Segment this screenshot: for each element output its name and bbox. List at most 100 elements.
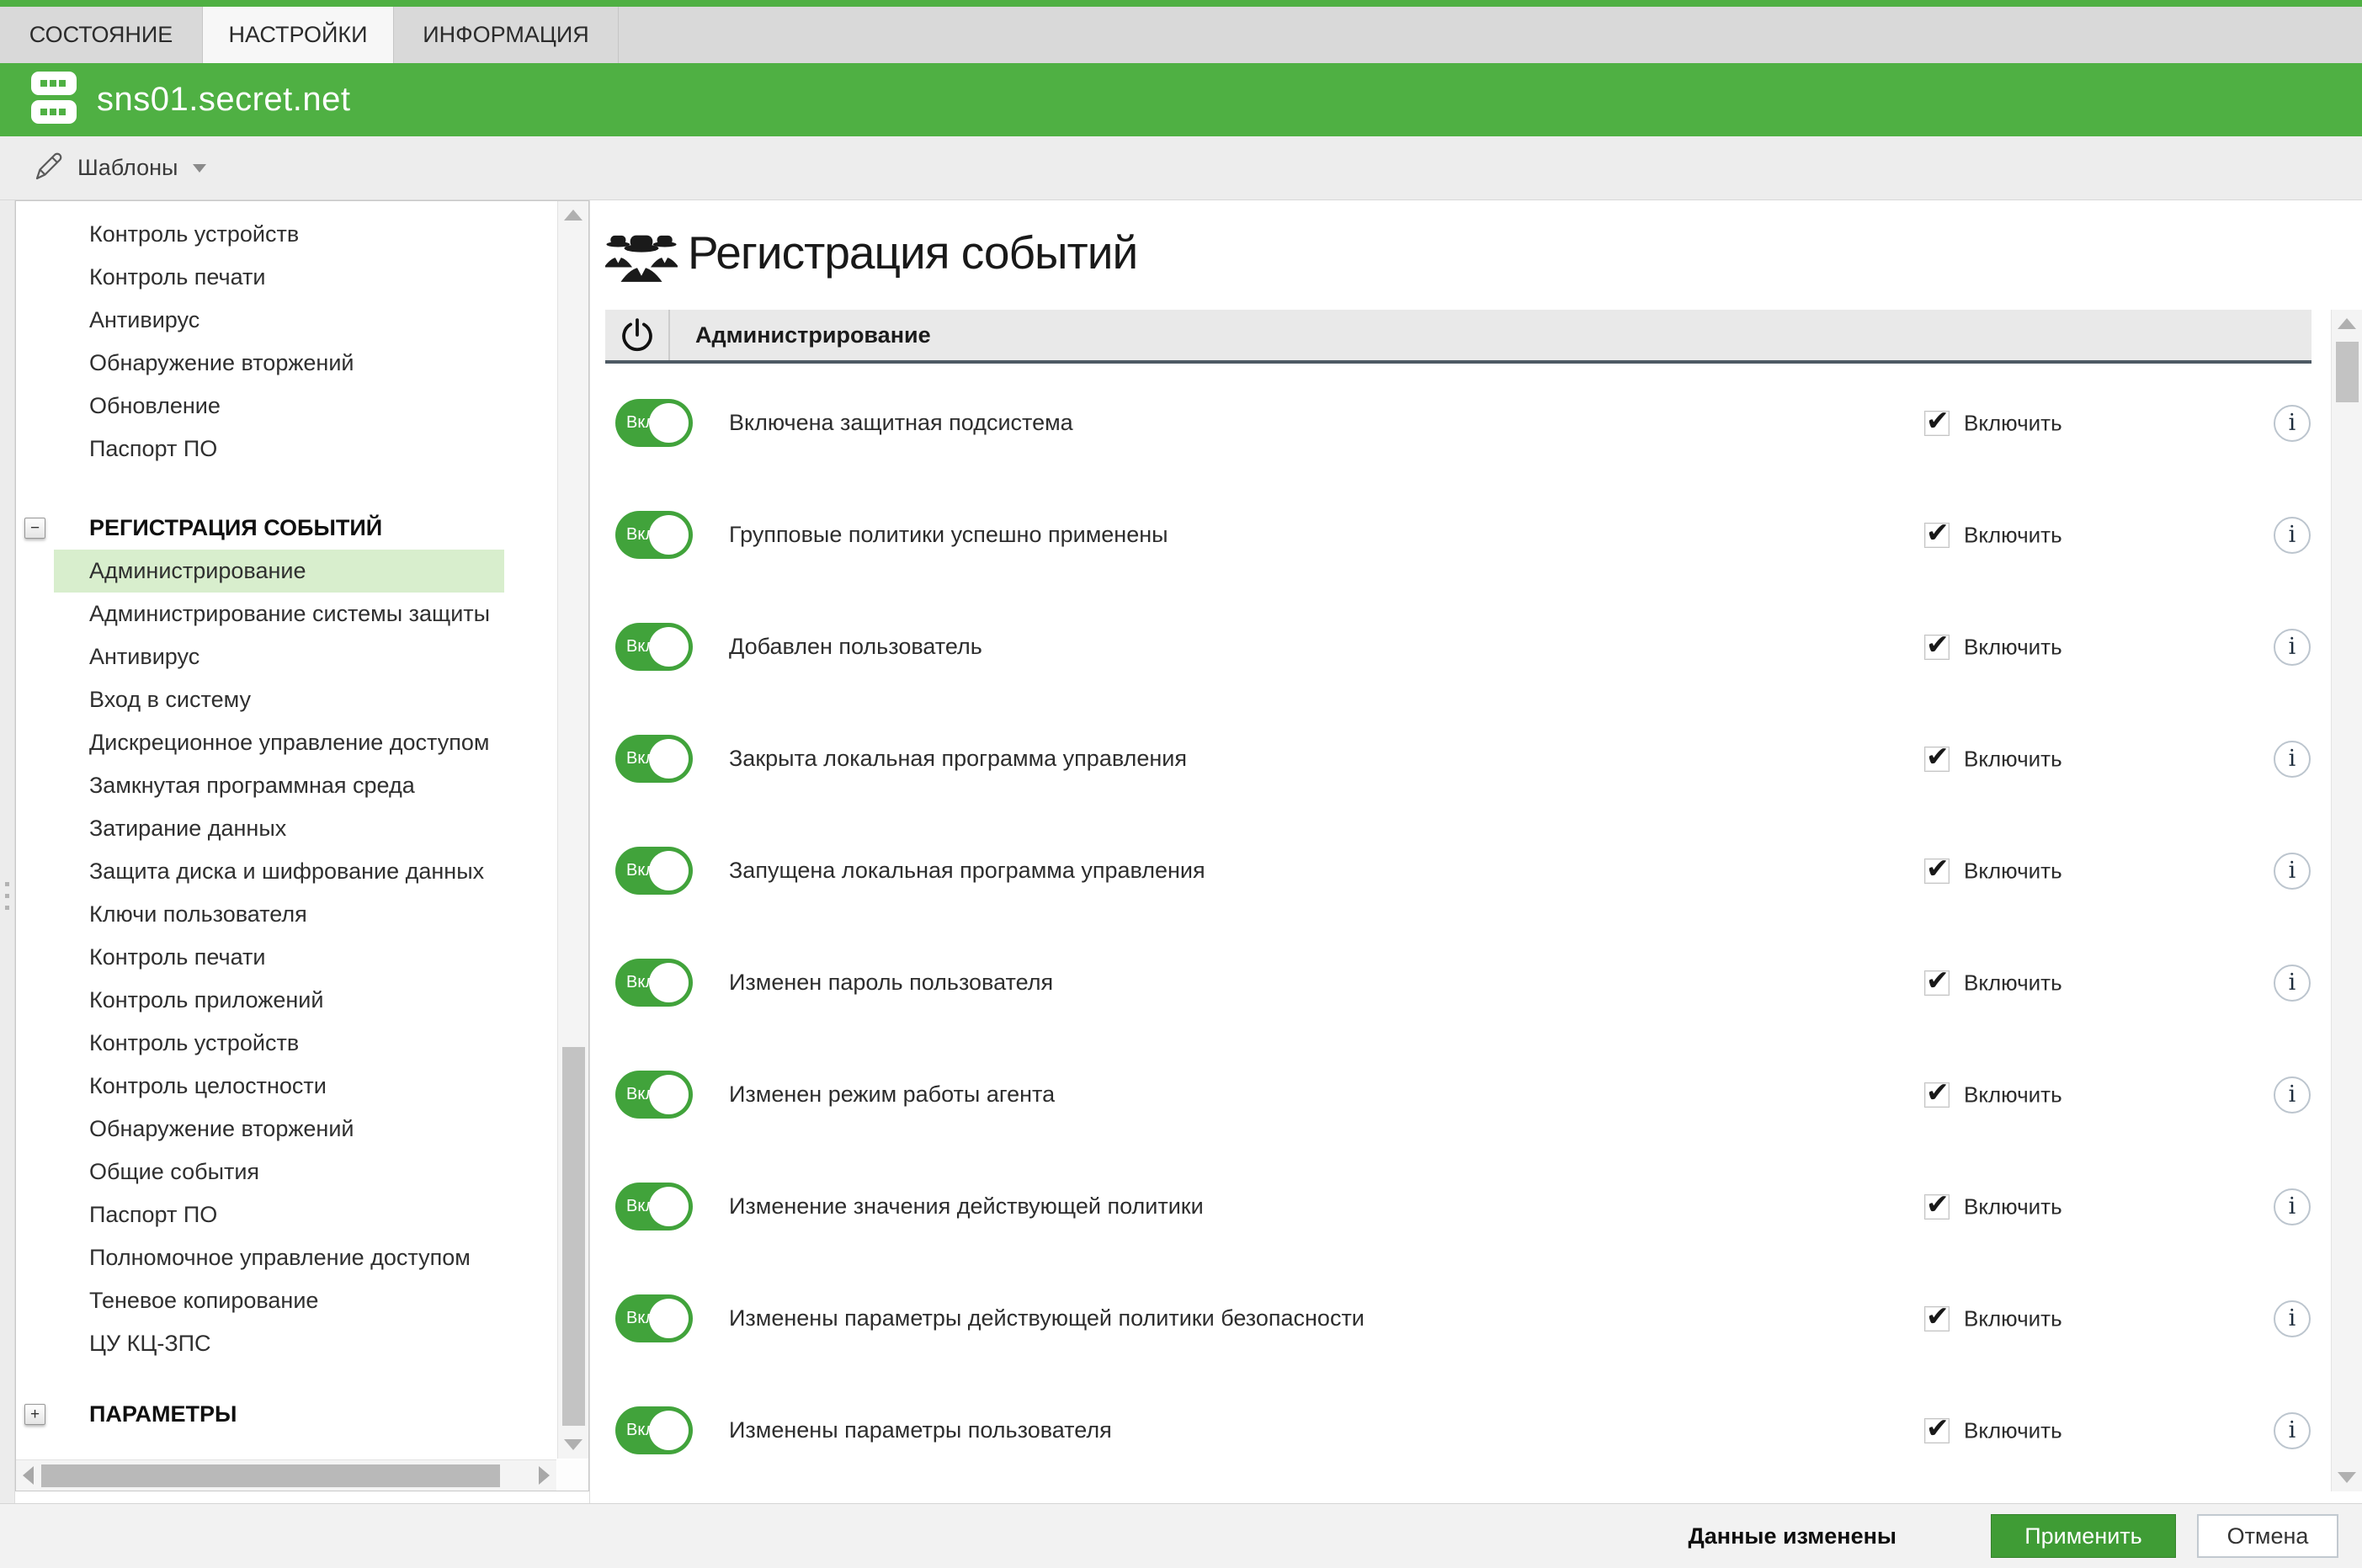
toggle-knob bbox=[649, 851, 689, 890]
info-icon[interactable]: i bbox=[2274, 405, 2311, 442]
enable-checkbox[interactable]: ✔ bbox=[1924, 1082, 1950, 1108]
toggle-knob bbox=[649, 1075, 689, 1114]
checkmark-icon: ✔ bbox=[1926, 1411, 1950, 1444]
enabled-toggle[interactable]: Вкл bbox=[615, 511, 693, 559]
enable-checkbox[interactable]: ✔ bbox=[1924, 523, 1950, 548]
sidebar-item[interactable]: Контроль печати bbox=[54, 256, 504, 299]
templates-button[interactable]: Шаблоны bbox=[32, 149, 206, 187]
info-icon[interactable]: i bbox=[2274, 741, 2311, 778]
sidebar-item[interactable]: Общие события bbox=[54, 1151, 504, 1193]
tab-settings[interactable]: НАСТРОЙКИ bbox=[203, 7, 394, 63]
enabled-toggle[interactable]: Вкл bbox=[615, 1071, 693, 1119]
enabled-toggle[interactable]: Вкл bbox=[615, 623, 693, 671]
sidebar-item[interactable]: Контроль устройств bbox=[54, 1022, 504, 1065]
window-accent-strip bbox=[0, 0, 2362, 7]
enabled-toggle[interactable]: Вкл bbox=[615, 399, 693, 447]
sidebar-item[interactable]: Контроль целостности bbox=[54, 1065, 504, 1108]
toggle-knob bbox=[649, 627, 689, 667]
checkmark-icon: ✔ bbox=[1926, 1300, 1950, 1332]
power-icon[interactable] bbox=[605, 310, 670, 360]
checkmark-icon: ✔ bbox=[1926, 404, 1950, 437]
sidebar-item[interactable]: Контроль устройств bbox=[54, 213, 504, 256]
main-vertical-scrollbar[interactable] bbox=[2331, 310, 2362, 1491]
sidebar-item[interactable]: ЦУ КЦ-ЗПС bbox=[54, 1322, 504, 1365]
sidebar-group-label: ПАРАМЕТРЫ bbox=[89, 1401, 237, 1427]
scroll-up-icon[interactable] bbox=[2338, 318, 2356, 329]
sidebar-item[interactable]: Контроль печати bbox=[54, 936, 504, 979]
event-label: Изменены параметры действующей политики … bbox=[729, 1305, 1365, 1331]
sidebar-item[interactable]: Администрирование системы защиты bbox=[54, 593, 504, 635]
chevron-down-icon bbox=[193, 164, 206, 173]
info-icon[interactable]: i bbox=[2274, 1300, 2311, 1337]
tab-status[interactable]: СОСТОЯНИЕ bbox=[0, 7, 203, 63]
toggle-knob bbox=[649, 515, 689, 555]
settings-sidebar: Контроль устройствКонтроль печатиАнтивир… bbox=[15, 200, 589, 1491]
toggle-knob bbox=[649, 1411, 689, 1450]
scroll-up-icon[interactable] bbox=[564, 210, 583, 221]
pencil-icon bbox=[32, 149, 66, 187]
sidebar-item[interactable]: Дискреционное управление доступом bbox=[54, 721, 504, 764]
enable-checkbox[interactable]: ✔ bbox=[1924, 411, 1950, 436]
sidebar-group-label: РЕГИСТРАЦИЯ СОБЫТИЙ bbox=[89, 515, 382, 540]
enable-checkbox[interactable]: ✔ bbox=[1924, 1418, 1950, 1443]
enable-checkbox[interactable]: ✔ bbox=[1924, 1194, 1950, 1220]
scroll-down-icon[interactable] bbox=[2338, 1472, 2356, 1483]
sidebar-group-header[interactable]: − РЕГИСТРАЦИЯ СОБЫТИЙ bbox=[16, 507, 556, 550]
enable-checkbox[interactable]: ✔ bbox=[1924, 858, 1950, 884]
info-icon[interactable]: i bbox=[2274, 965, 2311, 1002]
info-icon[interactable]: i bbox=[2274, 853, 2311, 890]
scrollbar-thumb[interactable] bbox=[562, 1047, 585, 1426]
toggle-knob bbox=[649, 963, 689, 1002]
enabled-toggle[interactable]: Вкл bbox=[615, 959, 693, 1007]
sidebar-item[interactable]: Теневое копирование bbox=[54, 1279, 504, 1322]
server-icon bbox=[29, 70, 78, 130]
info-icon[interactable]: i bbox=[2274, 1188, 2311, 1225]
sidebar-item[interactable]: Вход в систему bbox=[54, 678, 504, 721]
panel-splitter[interactable] bbox=[0, 200, 15, 1503]
sidebar-item[interactable]: Замкнутая программная среда bbox=[54, 764, 504, 807]
event-row: ВклЗакрыта локальная программа управлени… bbox=[590, 703, 2311, 815]
sidebar-item[interactable]: Администрирование bbox=[54, 550, 504, 593]
scrollbar-thumb[interactable] bbox=[41, 1464, 500, 1487]
sidebar-item[interactable]: Обнаружение вторжений bbox=[54, 1108, 504, 1151]
enabled-toggle[interactable]: Вкл bbox=[615, 1294, 693, 1342]
info-icon[interactable]: i bbox=[2274, 517, 2311, 554]
sidebar-vertical-scrollbar[interactable] bbox=[557, 201, 588, 1459]
enable-checkbox[interactable]: ✔ bbox=[1924, 747, 1950, 772]
expand-icon[interactable]: + bbox=[24, 1404, 45, 1425]
sidebar-item[interactable]: Обнаружение вторжений bbox=[54, 342, 504, 385]
scrollbar-thumb[interactable] bbox=[2336, 342, 2359, 402]
sidebar-item[interactable]: Полномочное управление доступом bbox=[54, 1236, 504, 1279]
sidebar-item[interactable]: Ключи пользователя bbox=[54, 893, 504, 936]
enable-checkbox[interactable]: ✔ bbox=[1924, 635, 1950, 660]
event-label: Добавлен пользователь bbox=[729, 634, 982, 660]
sidebar-item[interactable]: Защита диска и шифрование данных bbox=[54, 850, 504, 893]
info-icon[interactable]: i bbox=[2274, 629, 2311, 666]
enable-checkbox[interactable]: ✔ bbox=[1924, 970, 1950, 996]
enabled-toggle[interactable]: Вкл bbox=[615, 847, 693, 895]
scroll-left-icon[interactable] bbox=[23, 1466, 34, 1485]
sidebar-horizontal-scrollbar[interactable] bbox=[16, 1459, 556, 1491]
info-icon[interactable]: i bbox=[2274, 1412, 2311, 1449]
enabled-toggle[interactable]: Вкл bbox=[615, 735, 693, 783]
tab-info[interactable]: ИНФОРМАЦИЯ bbox=[394, 7, 619, 63]
enabled-toggle[interactable]: Вкл bbox=[615, 1406, 693, 1454]
event-label: Изменение значения действующей политики bbox=[729, 1193, 1204, 1220]
scroll-right-icon[interactable] bbox=[539, 1466, 550, 1485]
apply-button[interactable]: Применить bbox=[1991, 1514, 2176, 1558]
sidebar-item[interactable]: Антивирус bbox=[54, 635, 504, 678]
scrollbar-corner bbox=[557, 1459, 588, 1491]
enable-checkbox[interactable]: ✔ bbox=[1924, 1306, 1950, 1331]
sidebar-item[interactable]: Обновление bbox=[54, 385, 504, 428]
enabled-toggle[interactable]: Вкл bbox=[615, 1183, 693, 1230]
sidebar-item[interactable]: Затирание данных bbox=[54, 807, 504, 850]
scroll-down-icon[interactable] bbox=[564, 1439, 583, 1450]
sidebar-item[interactable]: Контроль приложений bbox=[54, 979, 504, 1022]
sidebar-item[interactable]: Паспорт ПО bbox=[54, 428, 504, 470]
cancel-button[interactable]: Отмена bbox=[2197, 1514, 2338, 1558]
collapse-icon[interactable]: − bbox=[24, 518, 45, 539]
sidebar-group-header[interactable]: + ПАРАМЕТРЫ bbox=[16, 1393, 556, 1436]
info-icon[interactable]: i bbox=[2274, 1076, 2311, 1114]
sidebar-item[interactable]: Паспорт ПО bbox=[54, 1193, 504, 1236]
sidebar-item[interactable]: Антивирус bbox=[54, 299, 504, 342]
